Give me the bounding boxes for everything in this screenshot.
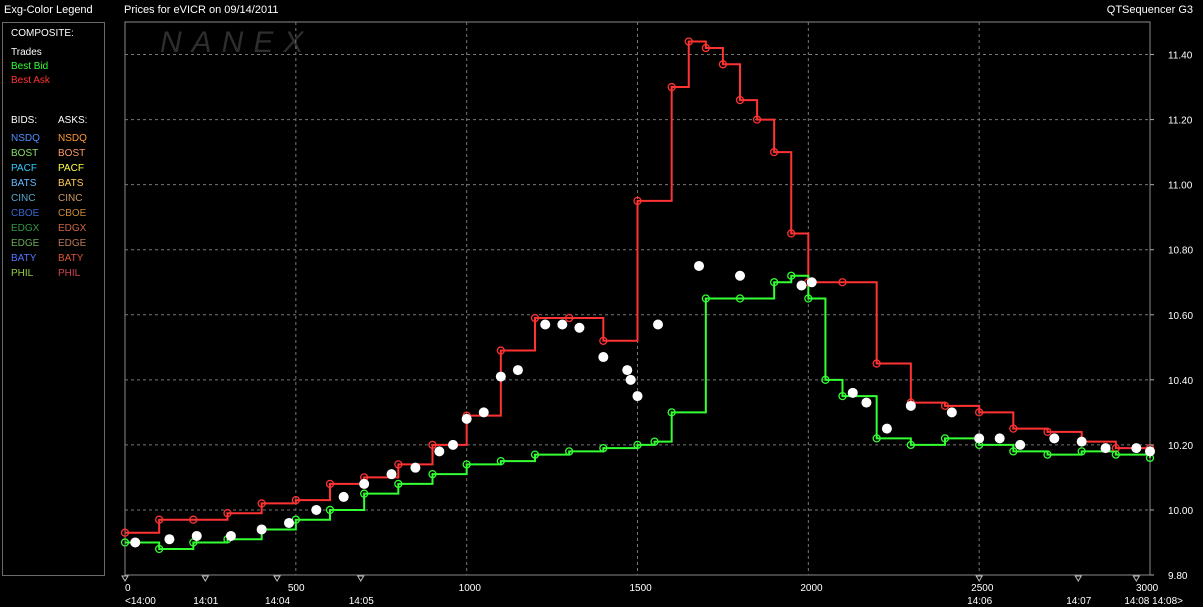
y-axis: 9.80 10.00 10.20 10.40 10.60 10.80 11.00 11.20 1… — [1150, 51, 1193, 582]
y-tick-label: 11.40 — [1168, 51, 1193, 62]
point-trades — [574, 322, 585, 333]
time-tick-marker — [975, 575, 984, 582]
y-tick-label: 10.40 — [1168, 376, 1193, 387]
y-tick-label: 11.20 — [1168, 116, 1193, 127]
point-trades — [806, 277, 817, 288]
time-tick-marker — [1132, 575, 1141, 582]
point-trades — [130, 537, 141, 548]
y-tick-label: 10.80 — [1168, 246, 1193, 257]
point-trades — [598, 352, 609, 363]
point-trades — [847, 387, 858, 398]
y-tick-label: 11.00 — [1168, 181, 1193, 192]
point-trades — [796, 280, 807, 291]
time-tick-label: 14:04 — [265, 596, 290, 607]
time-tick-marker — [1074, 575, 1083, 582]
point-trades — [735, 270, 745, 281]
point-trades — [1145, 446, 1155, 457]
point-trades — [495, 371, 506, 382]
point-trades — [1015, 439, 1026, 450]
point-trades — [512, 365, 523, 376]
point-trades — [359, 478, 370, 489]
time-tick-label: 14:08 14:08> — [1124, 596, 1183, 607]
point-trades — [632, 391, 643, 402]
x-tick-label: 3000 — [1136, 583, 1159, 594]
time-tick-marker — [201, 575, 210, 582]
y-tick-label: 10.60 — [1168, 311, 1193, 322]
point-trades — [881, 423, 892, 434]
point-trades — [905, 400, 916, 411]
point-trades — [653, 319, 663, 330]
point-trades — [625, 374, 636, 385]
point-trades — [861, 397, 872, 408]
point-trades — [256, 524, 267, 535]
point-trades — [974, 433, 985, 444]
point-trades — [410, 462, 421, 473]
point-trades — [622, 365, 633, 376]
point-trades — [461, 413, 472, 424]
point-trades — [478, 407, 489, 418]
point-trades — [1076, 436, 1087, 447]
y-tick-label: 10.00 — [1168, 506, 1193, 517]
point-trades — [1100, 443, 1111, 454]
point-trades — [694, 260, 704, 271]
time-tick-label: 14:07 — [1066, 596, 1091, 607]
point-trades — [540, 319, 551, 330]
x-tick-label: 500 — [288, 583, 305, 594]
x-tick-label: 1500 — [630, 583, 653, 594]
x-tick-label: 0 — [125, 583, 131, 594]
point-trades — [557, 319, 568, 330]
price-chart: NANEX 9.80 10.00 10.20 10.40 10.60 10.80 11.00… — [120, 21, 1193, 607]
watermark: NANEX — [160, 26, 313, 59]
x-axis: 0 500 1000 1500 2000 2500 3000 — [125, 583, 1159, 594]
point-trades — [448, 439, 458, 450]
x-tick-label: 2000 — [800, 583, 823, 594]
x-tick-label: 2500 — [971, 583, 994, 594]
point-trades — [434, 446, 445, 457]
time-axis: <14:00 14:01 14:04 14:05 14:06 14:07 14:08 14:… — [121, 575, 1183, 607]
point-trades — [338, 491, 349, 502]
point-trades — [225, 530, 236, 541]
time-tick-marker — [121, 575, 129, 582]
time-tick-label: 14:06 — [967, 596, 992, 607]
time-tick-marker — [356, 575, 365, 582]
point-trades — [284, 517, 294, 528]
x-tick-label: 1000 — [459, 583, 482, 594]
time-tick-label: 14:01 — [193, 596, 218, 607]
time-tick-label: 14:05 — [349, 596, 374, 607]
y-tick-label: 9.80 — [1168, 571, 1188, 582]
time-tick-label: <14:00 — [125, 596, 156, 607]
point-trades — [946, 407, 957, 418]
time-tick-marker — [273, 575, 281, 582]
point-trades — [994, 433, 1005, 444]
point-trades — [386, 469, 397, 480]
point-trades — [1049, 433, 1060, 444]
point-trades — [191, 530, 202, 541]
y-tick-label: 10.20 — [1168, 441, 1193, 452]
point-trades — [311, 504, 322, 515]
point-trades — [164, 534, 175, 545]
point-trades — [1131, 443, 1142, 454]
